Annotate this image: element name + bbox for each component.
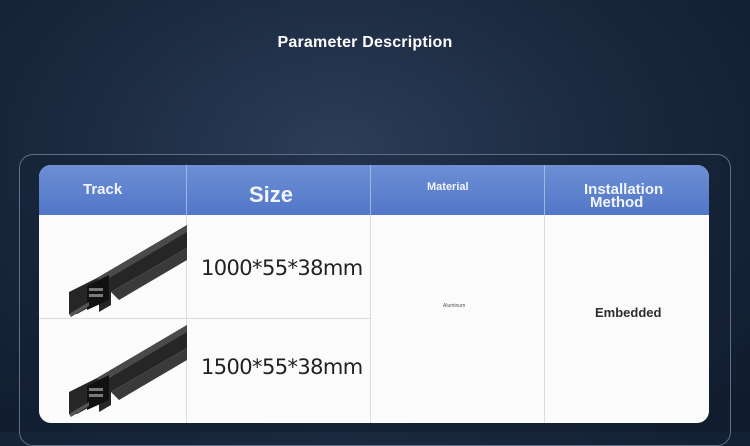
header-divider [186,165,187,215]
page-title: Parameter Description [277,34,453,51]
material-value: Aluminum [443,303,466,309]
track-rail-image [69,225,187,317]
header-track: Track [83,181,123,198]
header-method: Method [590,194,644,211]
column-divider [544,215,545,423]
installation-value: Embedded [595,305,662,320]
column-divider [370,215,371,423]
size-value: 1000*55*38mm [201,256,363,280]
size-value: 1500*55*38mm [201,355,363,379]
header-divider [544,165,545,215]
track-rail-image [69,325,187,417]
table-header: Track Size Material Installation Method [39,165,709,215]
parameter-table: Track Size Material Installation Method … [39,165,709,423]
header-material: Material [427,181,469,193]
header-size: Size [249,182,294,207]
header-divider [370,165,371,215]
